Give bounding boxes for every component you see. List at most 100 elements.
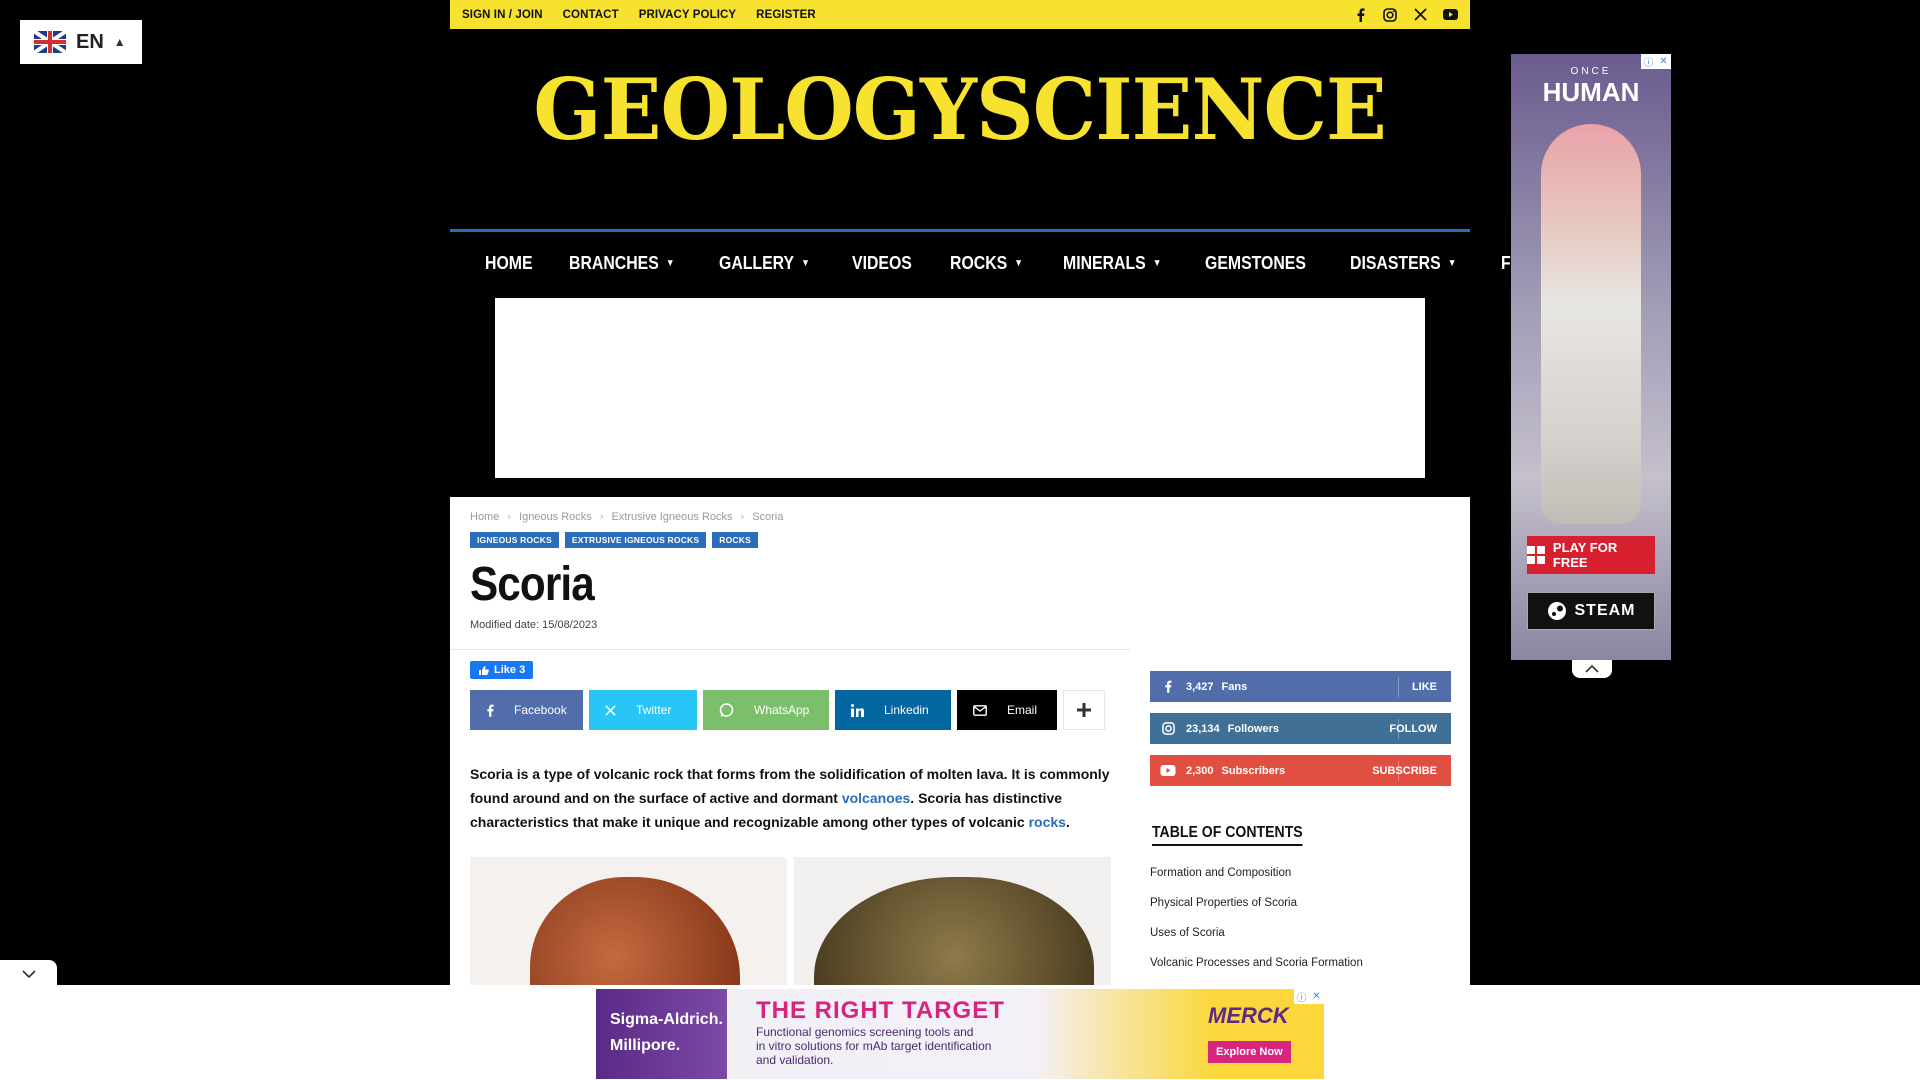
share-email-button[interactable]: Email [957, 690, 1057, 730]
uk-flag-icon [34, 31, 66, 53]
share-facebook-label: Facebook [514, 703, 567, 717]
language-switcher[interactable]: EN ▲ [20, 20, 142, 64]
ad-character-image [1541, 124, 1641, 524]
facebook-count: 3,427 [1186, 680, 1214, 693]
nav-item-minerals[interactable]: MINERALS ▼ [1063, 253, 1161, 274]
ad-brand-top: ONCE [1570, 66, 1612, 77]
thumbs-up-icon [479, 665, 489, 675]
chevron-right-icon: › [740, 511, 745, 523]
ad-choices[interactable]: ⓘ ✕ [1294, 989, 1324, 1004]
steam-icon [1547, 602, 1566, 620]
toc-item[interactable]: Physical Properties of Scoria [1150, 897, 1363, 927]
steam-button[interactable]: STEAM [1527, 592, 1655, 630]
ad-banner[interactable] [495, 298, 1425, 478]
chevron-down-icon [21, 969, 36, 978]
instagram-count: 23,134 [1186, 722, 1220, 735]
breadcrumb-current: Scoria [752, 511, 784, 523]
ad-desc-3: and validation. [756, 1053, 834, 1067]
instagram-follow-action[interactable]: FOLLOW [1389, 723, 1437, 735]
close-icon[interactable]: ✕ [1309, 989, 1324, 1004]
nav-item-rocks[interactable]: ROCKS ▼ [950, 253, 1023, 274]
nav-item-gallery[interactable]: GALLERY ▼ [719, 253, 810, 274]
youtube-count: 2,300 [1186, 764, 1214, 777]
sign-in-link[interactable]: SIGN IN / JOIN [462, 9, 543, 21]
explore-now-button[interactable]: Explore Now [1208, 1041, 1291, 1063]
whatsapp-icon [719, 702, 734, 717]
youtube-subscribers-counter[interactable]: 2,300 Subscribers SUBSCRIBE [1150, 755, 1451, 786]
chevron-up-icon [1585, 665, 1599, 673]
main-column: SIGN IN / JOIN CONTACT PRIVACY POLICY RE… [450, 0, 1614, 1017]
article-intro: Scoria is a type of volcanic rock that f… [470, 762, 1110, 834]
info-icon[interactable]: ⓘ [1294, 989, 1309, 1004]
category-tags: IGNEOUS ROCKS EXTRUSIVE IGNEOUS ROCKS RO… [470, 532, 758, 548]
contact-link[interactable]: CONTACT [563, 9, 619, 21]
rocks-link[interactable]: rocks [1029, 814, 1066, 830]
main-nav: HOME BRANCHES ▼ GALLERY ▼ VIDEOS ROCKS ▼ MI… [450, 229, 1614, 295]
share-more-button[interactable] [1063, 690, 1105, 730]
instagram-icon [1150, 722, 1186, 735]
logo-area: GEOLOGYSCIENCE [450, 29, 1470, 229]
nav-item-disasters[interactable]: DISASTERS ▼ [1350, 253, 1456, 274]
collapse-bottom-ad-tab[interactable] [0, 960, 57, 987]
tag-igneous-rocks[interactable]: IGNEOUS ROCKS [470, 532, 559, 548]
toc-item[interactable]: Uses of Scoria [1150, 927, 1363, 957]
toc-title: TABLE OF CONTENTS [1152, 824, 1303, 846]
share-facebook-button[interactable]: Facebook [470, 690, 583, 730]
chevron-down-icon: ▼ [1014, 258, 1024, 269]
ad-desc-1: Functional genomics screening tools and [756, 1025, 974, 1039]
share-buttons: Facebook Twitter WhatsApp Linkedin Email [470, 690, 1105, 730]
facebook-like-button[interactable]: Like 3 [470, 661, 534, 679]
play-label: PLAY FOR FREE [1552, 540, 1618, 570]
instagram-icon[interactable] [1382, 7, 1398, 23]
facebook-icon[interactable] [1352, 7, 1368, 23]
chevron-right-icon: › [599, 511, 604, 523]
share-whatsapp-button[interactable]: WhatsApp [703, 690, 829, 730]
share-linkedin-button[interactable]: Linkedin [835, 690, 951, 730]
tag-rocks[interactable]: ROCKS [712, 532, 758, 548]
youtube-subscribe-action[interactable]: SUBSCRIBE [1372, 765, 1437, 777]
nav-item-videos[interactable]: VIDEOS [852, 253, 912, 274]
intro-text-3: . [1065, 814, 1070, 830]
breadcrumb-extrusive[interactable]: Extrusive Igneous Rocks [611, 511, 732, 523]
modified-date: Modified date: 15/08/2023 [470, 619, 598, 631]
chevron-right-icon: › [507, 511, 512, 523]
chevron-down-icon: ▼ [665, 258, 675, 269]
chevron-down-icon: ▼ [801, 258, 810, 269]
ad-description: Functional genomics screening tools and … [756, 1025, 991, 1067]
instagram-followers-counter[interactable]: 23,134 Followers FOLLOW [1150, 713, 1451, 744]
nav-item-gemstones[interactable]: GEMSTONES [1205, 253, 1306, 274]
ad-company: Sigma-Aldrich. Millipore. [610, 1007, 723, 1059]
nav-item-home[interactable]: HOME [485, 253, 533, 274]
play-for-free-button[interactable]: PLAY FOR FREE [1527, 536, 1655, 574]
ad-company-2: Millipore. [610, 1037, 681, 1054]
top-bar: SIGN IN / JOIN CONTACT PRIVACY POLICY RE… [450, 0, 1470, 29]
collapse-ad-tab[interactable] [1572, 660, 1612, 678]
share-twitter-button[interactable]: Twitter [589, 690, 697, 730]
privacy-policy-link[interactable]: PRIVACY POLICY [639, 9, 736, 21]
ad-brand: ONCE HUMAN [1511, 66, 1671, 108]
plus-icon [1077, 703, 1091, 717]
facebook-like-action[interactable]: LIKE [1412, 681, 1437, 693]
youtube-icon [1150, 765, 1186, 776]
side-ad[interactable]: ⓘ ✕ ONCE HUMAN PLAY FOR FREE STEAM [1511, 54, 1671, 660]
site-logo[interactable]: GEOLOGYSCIENCE [534, 60, 1387, 159]
ad-desc-2: in vitro solutions for mAb target identi… [756, 1039, 992, 1053]
like-count: Like 3 [494, 664, 526, 676]
breadcrumb: Home › Igneous Rocks › Extrusive Igneous… [470, 511, 783, 523]
toc-item[interactable]: Volcanic Processes and Scoria Formation [1150, 957, 1363, 987]
nav-item-branches[interactable]: BRANCHES ▼ [569, 253, 675, 274]
x-icon[interactable] [1412, 7, 1428, 23]
register-link[interactable]: REGISTER [756, 9, 816, 21]
tag-extrusive-igneous-rocks[interactable]: EXTRUSIVE IGNEOUS ROCKS [564, 532, 707, 548]
youtube-icon[interactable] [1442, 7, 1458, 23]
share-email-label: Email [1007, 703, 1038, 717]
toc-item[interactable]: Formation and Composition [1150, 867, 1363, 897]
table-of-contents: Formation and Composition Physical Prope… [1150, 867, 1363, 987]
volcanoes-link[interactable]: volcanoes [842, 790, 910, 806]
chevron-down-icon: ▼ [1447, 258, 1457, 269]
language-label: EN [76, 30, 104, 53]
bottom-ad[interactable]: Sigma-Aldrich. Millipore. THE RIGHT TARG… [596, 989, 1324, 1079]
breadcrumb-home[interactable]: Home [470, 511, 499, 523]
facebook-fans-counter[interactable]: 3,427 Fans LIKE [1150, 671, 1451, 702]
breadcrumb-igneous[interactable]: Igneous Rocks [519, 511, 592, 523]
